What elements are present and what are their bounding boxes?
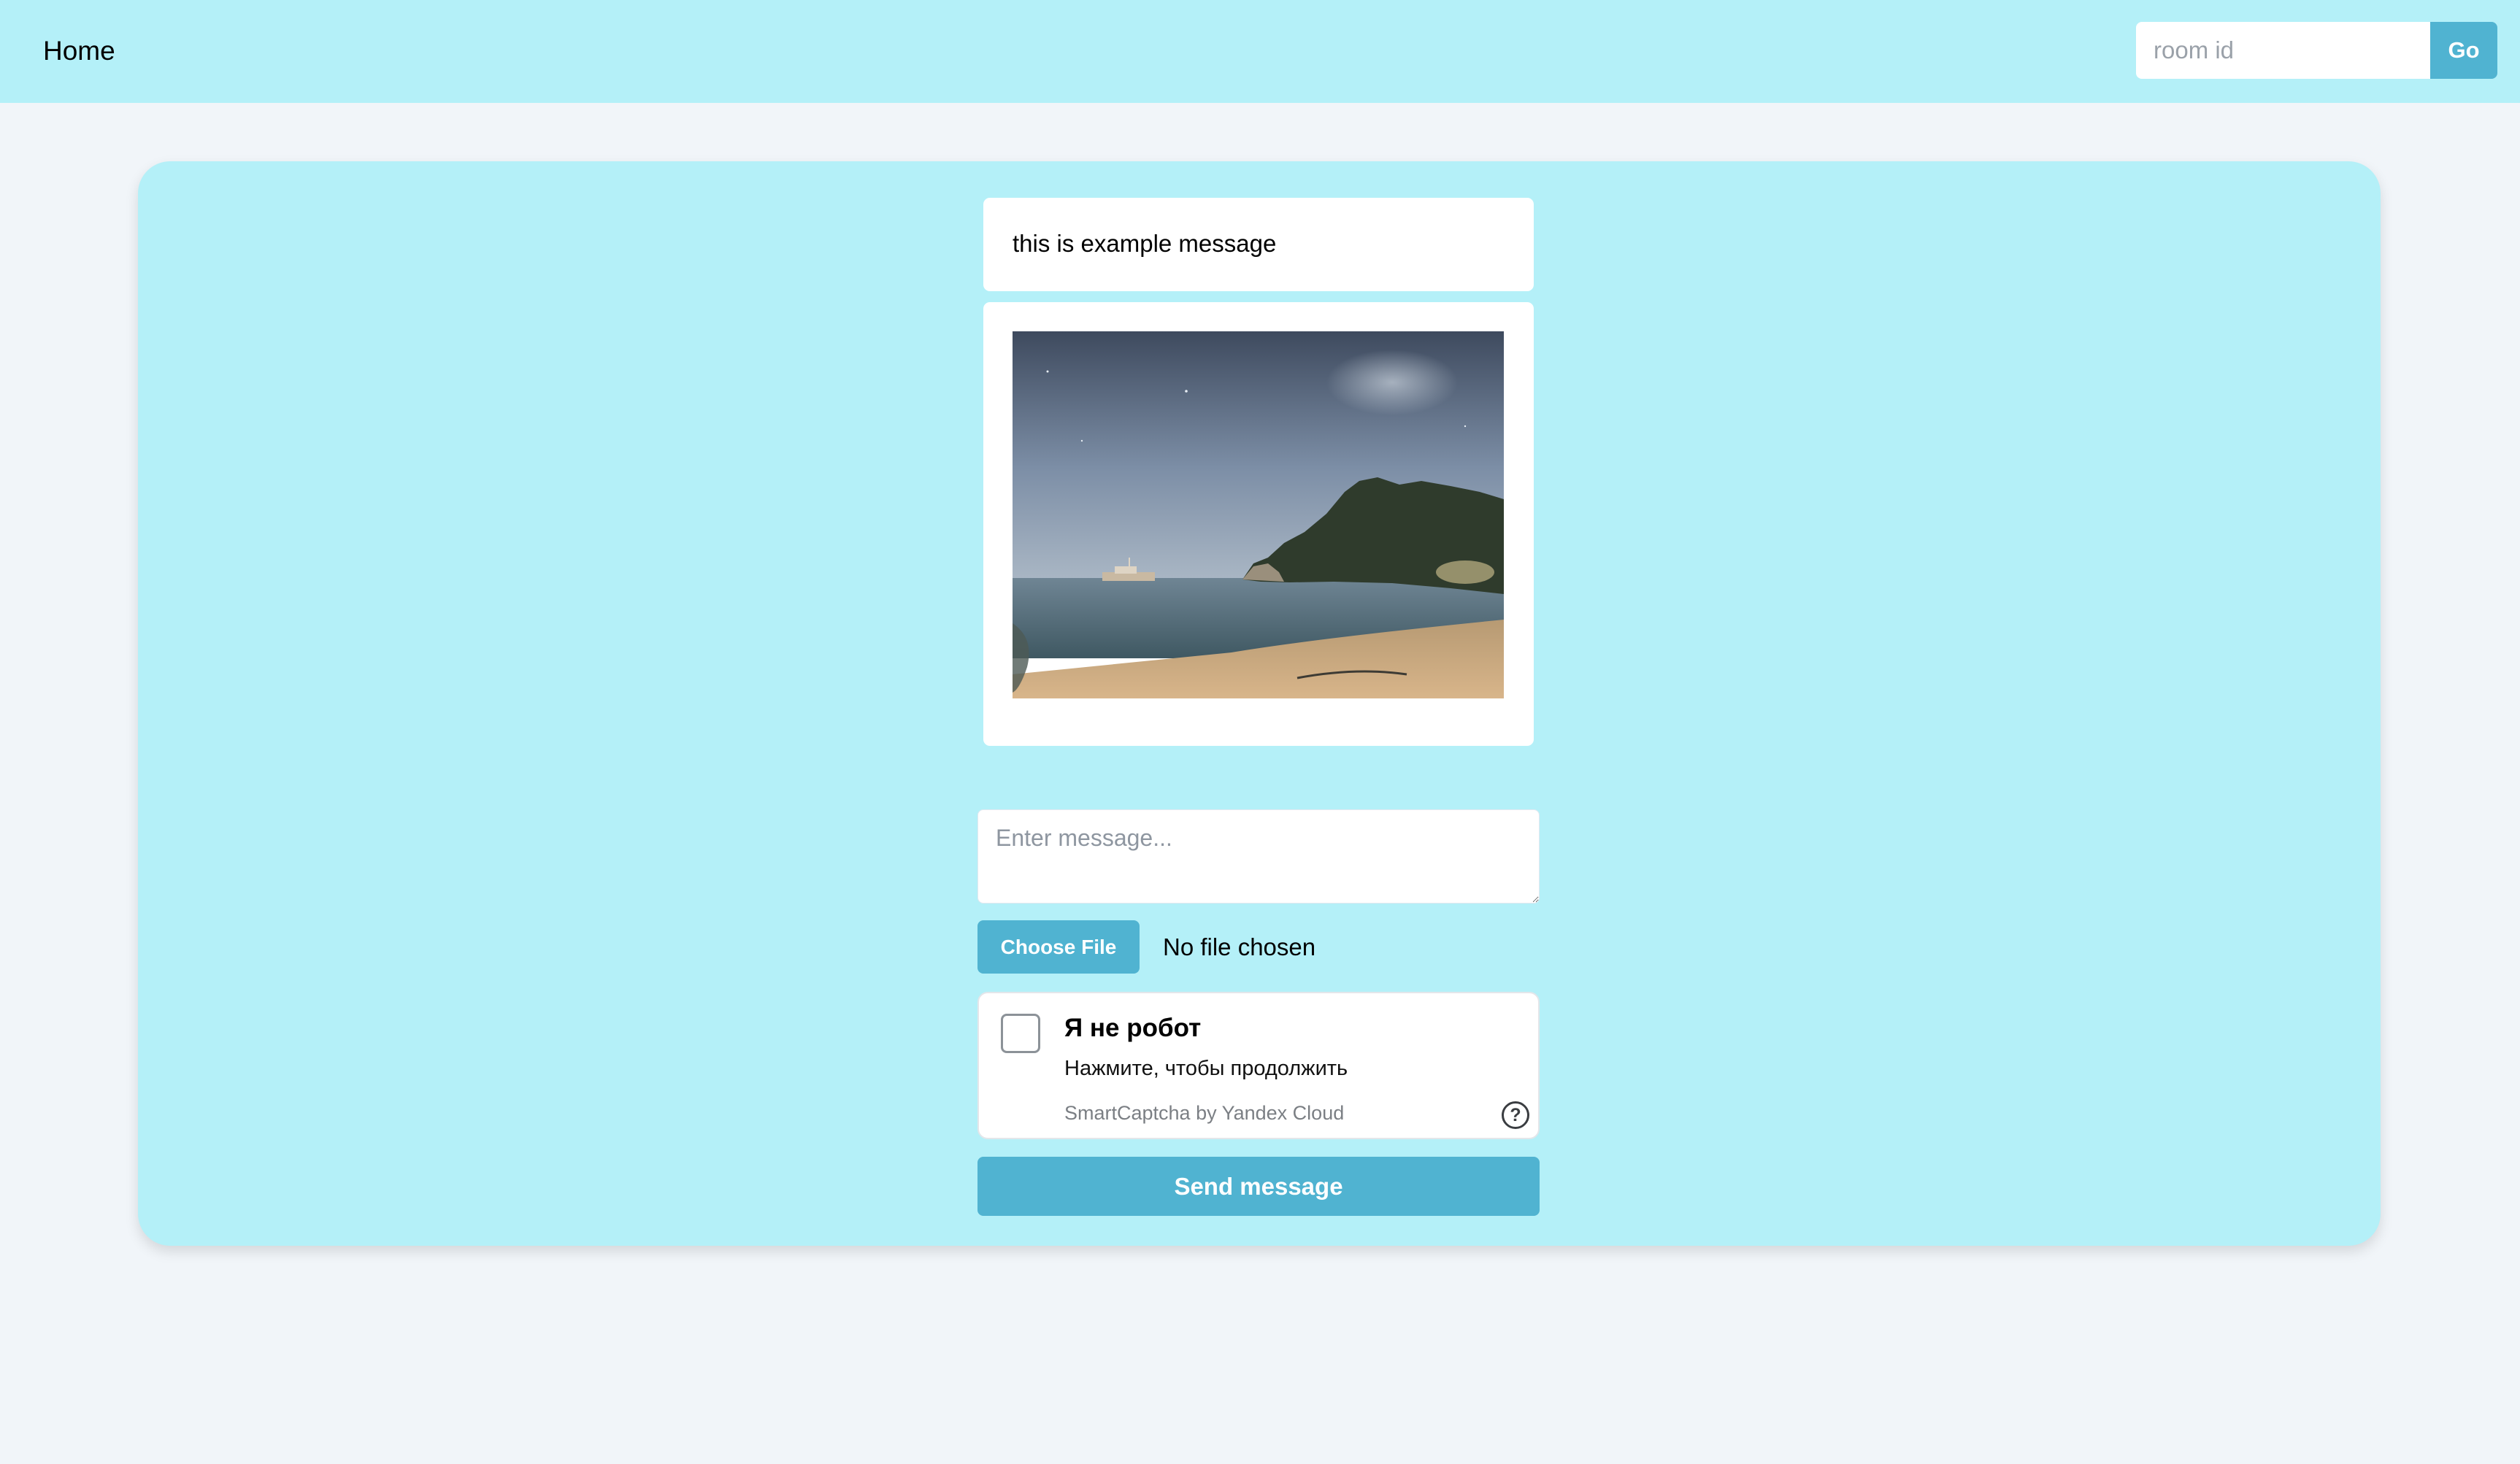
choose-file-button[interactable]: Choose File	[977, 920, 1140, 974]
go-button[interactable]: Go	[2430, 22, 2497, 79]
question-circle-icon[interactable]: ?	[1502, 1101, 1529, 1129]
message-input[interactable]	[977, 809, 1540, 904]
room-form: Go	[2136, 22, 2497, 79]
home-link[interactable]: Home	[43, 34, 115, 69]
top-nav-bar: Home Go	[0, 0, 2520, 103]
captcha-checkbox[interactable]	[1001, 1014, 1040, 1053]
image-message-card	[983, 302, 1534, 746]
file-status-text: No file chosen	[1163, 933, 1316, 960]
message-image	[1013, 331, 1504, 698]
send-message-button[interactable]: Send message	[977, 1157, 1540, 1216]
file-picker: Choose File No file chosen	[977, 920, 1315, 974]
captcha-widget: Я не робот Нажмите, чтобы продолжить Sma…	[977, 992, 1540, 1139]
captcha-title: Я не робот	[1064, 1014, 1202, 1042]
message-text: this is example message	[1013, 230, 1277, 257]
room-id-input[interactable]	[2136, 22, 2430, 79]
captcha-subtitle: Нажмите, чтобы продолжить	[1064, 1057, 1348, 1080]
captcha-brand-link[interactable]: SmartCaptcha by Yandex Cloud	[1064, 1101, 1344, 1125]
message-card: this is example message	[983, 198, 1534, 291]
